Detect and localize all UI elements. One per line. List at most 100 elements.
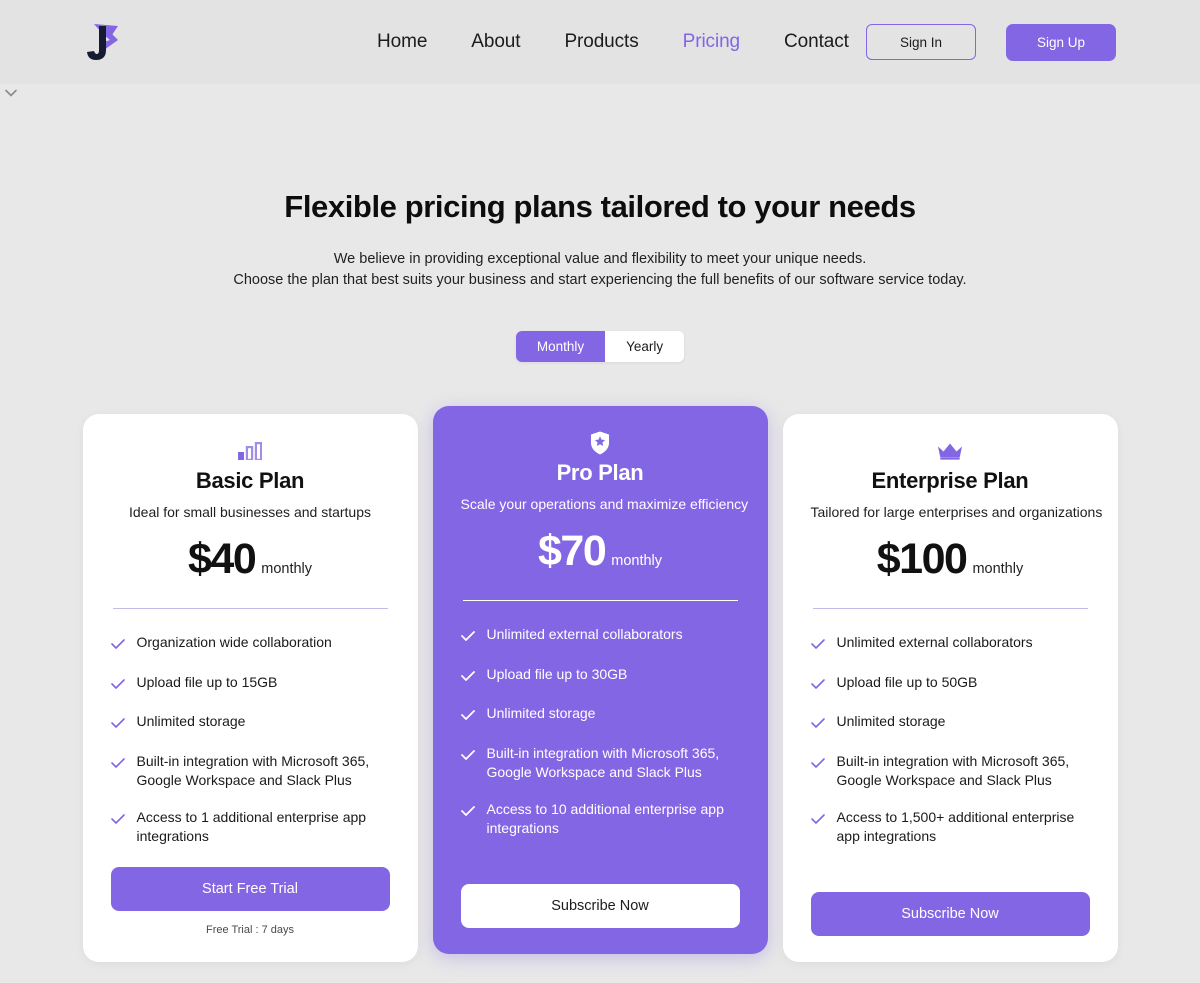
feature-item: Upload file up to 30GB	[460, 665, 740, 688]
subscribe-now-button[interactable]: Subscribe Now	[460, 884, 740, 928]
free-trial-note: Free Trial : 7 days	[205, 924, 295, 936]
feature-item: Built-in integration with Microsoft 365,…	[110, 752, 390, 791]
sign-up-button[interactable]: Sign Up	[1006, 23, 1116, 61]
check-icon	[110, 715, 125, 735]
feature-label: Unlimited external collaborators	[836, 634, 1033, 650]
feature-label: Upload file up to 30GB	[486, 665, 628, 682]
feature-item: Unlimited external collaborators	[460, 625, 740, 648]
check-icon	[460, 707, 475, 727]
plan-price: $70	[537, 527, 607, 575]
nav-link-contact[interactable]: Contact	[784, 31, 849, 53]
feature-item: Unlimited storage	[460, 704, 740, 727]
check-icon	[110, 636, 125, 656]
feature-item: Upload file up to 15GB	[110, 673, 390, 696]
bar-chart-glyph	[238, 442, 262, 460]
feature-label: Built-in integration with Microsoft 365,…	[836, 752, 1070, 789]
chevron-down-icon[interactable]	[2, 84, 20, 102]
site-header: Home About Products Pricing Contact Sign…	[0, 0, 1200, 97]
feature-item: Organization wide collaboration	[110, 633, 390, 656]
feature-item: Built-in integration with Microsoft 365,…	[460, 744, 740, 783]
brand-logo[interactable]	[76, 14, 132, 70]
plan-description: Ideal for small businesses and startups	[128, 504, 371, 520]
feature-label: Organization wide collaboration	[136, 634, 332, 650]
pricing-card-enterprise[interactable]: Enterprise Plan Tailored for large enter…	[782, 414, 1118, 962]
subscribe-now-button[interactable]: Subscribe Now	[810, 892, 1090, 936]
check-icon	[110, 755, 125, 791]
check-icon	[110, 676, 125, 696]
plan-price-row: $100 monthly	[811, 538, 1090, 581]
plan-description: Scale your operations and maximize effic…	[460, 496, 749, 512]
plan-price: $40	[187, 535, 257, 583]
hero-subtitle-line-2: Choose the plan that best suits your bus…	[233, 272, 967, 288]
toggle-option-yearly[interactable]: Yearly	[605, 331, 685, 362]
plan-price-row: $40 monthly	[111, 538, 390, 581]
pricing-cards: Basic Plan Ideal for small businesses an…	[0, 406, 1200, 962]
hero-subtitle-line-1: We believe in providing exceptional valu…	[333, 251, 867, 267]
brand-logo-icon	[87, 24, 118, 60]
billing-period-toggle: Monthly Yearly	[515, 331, 685, 362]
plan-name: Basic Plan	[195, 468, 305, 493]
billing-toggle-wrapper: Monthly Yearly	[0, 331, 1200, 362]
pricing-hero: Flexible pricing plans tailored to your …	[0, 84, 1200, 291]
plan-price: $100	[876, 535, 968, 583]
check-icon	[110, 811, 125, 847]
feature-label: Unlimited storage	[486, 705, 596, 721]
feature-label: Upload file up to 50GB	[836, 673, 978, 690]
plan-name: Pro Plan	[556, 460, 644, 485]
nav-link-home[interactable]: Home	[377, 31, 427, 53]
feature-item: Unlimited storage	[810, 712, 1090, 735]
crown-icon	[811, 438, 1090, 464]
plan-cta-area: Start Free Trial Free Trial : 7 days	[110, 867, 390, 962]
nav-link-about[interactable]: About	[471, 31, 520, 53]
plan-name: Enterprise Plan	[871, 468, 1029, 493]
check-icon	[810, 755, 825, 791]
plan-feature-list: Unlimited external collaborators Upload …	[460, 625, 740, 839]
check-icon	[810, 676, 825, 696]
feature-label: Unlimited storage	[836, 713, 946, 729]
pricing-card-basic[interactable]: Basic Plan Ideal for small businesses an…	[82, 414, 418, 962]
feature-label: Unlimited external collaborators	[486, 626, 683, 642]
plan-description: Tailored for large enterprises and organ…	[810, 504, 1103, 520]
feature-item: Unlimited storage	[110, 712, 390, 735]
feature-label: Built-in integration with Microsoft 365,…	[486, 744, 720, 781]
check-icon	[810, 715, 825, 735]
feature-item: Access to 1 additional enterprise app in…	[110, 808, 390, 847]
auth-actions: Sign In Sign Up	[866, 23, 1116, 61]
feature-item: Built-in integration with Microsoft 365,…	[810, 752, 1090, 791]
page-title: Flexible pricing plans tailored to your …	[284, 189, 916, 224]
plan-feature-list: Organization wide collaboration Upload f…	[110, 633, 390, 847]
hero-subtitle: We believe in providing exceptional valu…	[0, 249, 1200, 291]
card-divider	[112, 608, 388, 609]
check-icon	[460, 668, 475, 688]
feature-item: Unlimited external collaborators	[810, 633, 1090, 656]
start-free-trial-button[interactable]: Start Free Trial	[110, 867, 390, 911]
plan-period: monthly	[972, 561, 1024, 577]
plan-cta-area: Subscribe Now	[460, 884, 740, 954]
card-divider	[812, 608, 1088, 609]
feature-label: Upload file up to 15GB	[136, 673, 278, 690]
crown-glyph	[938, 443, 962, 460]
check-icon	[460, 628, 475, 648]
chevron-down-glyph	[5, 89, 17, 97]
feature-item: Access to 1,500+ additional enterprise a…	[810, 808, 1090, 847]
feature-label: Access to 1 additional enterprise app in…	[136, 808, 367, 845]
check-icon	[460, 803, 475, 839]
plan-period: monthly	[261, 561, 313, 577]
plan-cta-area: Subscribe Now	[810, 892, 1090, 962]
toggle-option-monthly[interactable]: Monthly	[515, 331, 606, 362]
check-icon	[810, 636, 825, 656]
shield-star-icon	[461, 430, 740, 456]
feature-label: Access to 1,500+ additional enterprise a…	[836, 808, 1075, 845]
plan-period: monthly	[611, 553, 663, 569]
main-navigation: Home About Products Pricing Contact	[377, 31, 849, 53]
bar-chart-icon	[111, 438, 390, 464]
shield-star-glyph	[591, 431, 609, 455]
feature-item: Access to 10 additional enterprise app i…	[460, 800, 740, 839]
plan-feature-list: Unlimited external collaborators Upload …	[810, 633, 1090, 847]
pricing-card-pro[interactable]: Pro Plan Scale your operations and maxim…	[432, 406, 768, 954]
nav-link-products[interactable]: Products	[564, 31, 638, 53]
nav-link-pricing[interactable]: Pricing	[683, 31, 740, 53]
check-icon	[810, 811, 825, 847]
feature-label: Unlimited storage	[136, 713, 246, 729]
sign-in-button[interactable]: Sign In	[866, 24, 976, 60]
